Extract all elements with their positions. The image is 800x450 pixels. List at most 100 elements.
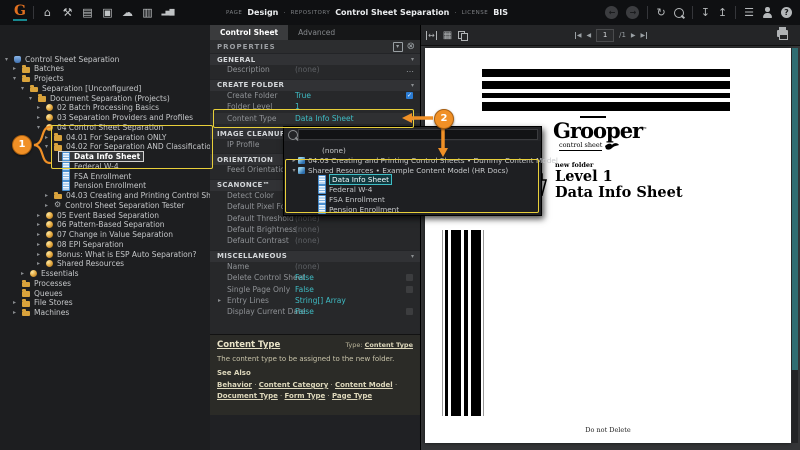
property-row-description[interactable]: Description(none)… (210, 64, 420, 75)
dropdown-search-input[interactable] (298, 129, 538, 140)
chevron-down-icon[interactable]: ▾ (35, 124, 42, 131)
dropdown-item[interactable]: ▾Shared Resources • Example Content Mode… (290, 165, 540, 175)
property-row-delete-control-sheet[interactable]: Delete Control SheetFalse (210, 272, 420, 283)
last-page-button[interactable]: ▶ (641, 32, 648, 39)
fit-width-icon[interactable]: ↔ (426, 31, 437, 40)
chevron-down-icon[interactable]: ▾ (27, 95, 34, 102)
viewer-scrollbar[interactable] (792, 48, 798, 443)
chevron-down-icon[interactable]: ▾ (290, 167, 298, 174)
property-row-default-brightness[interactable]: Default Brightness(none) (210, 224, 420, 235)
chevron-right-icon[interactable]: ▸ (43, 192, 50, 199)
batches-icon[interactable]: ▤ (81, 0, 94, 25)
chevron-right-icon[interactable]: ▸ (11, 309, 18, 316)
property-value[interactable]: False (295, 284, 314, 295)
chevron-right-icon[interactable]: ▸ (35, 251, 42, 258)
chevron-right-icon[interactable]: ▸ (35, 104, 42, 111)
help-type-link[interactable]: Content Type (365, 341, 413, 349)
help-link-content-category[interactable]: Content Category (259, 381, 329, 389)
page-number-input[interactable]: 1 (596, 29, 614, 42)
dropdown-item[interactable]: Data Info Sheet (318, 175, 568, 185)
chevron-down-icon[interactable]: ▾ (19, 85, 26, 92)
scrollbar-thumb[interactable] (792, 48, 798, 370)
chevron-down-icon[interactable]: ▾ (411, 82, 414, 89)
chevron-down-icon[interactable]: ▾ (43, 143, 50, 150)
repository-value[interactable]: Control Sheet Separation (335, 8, 449, 17)
chevron-right-icon[interactable]: ▸ (19, 270, 26, 277)
property-value[interactable]: (none) (295, 261, 320, 272)
page-value[interactable]: Design (247, 8, 278, 17)
help-link-form-type[interactable]: Form Type (285, 392, 326, 400)
thumbnails-icon[interactable]: ▦ (443, 30, 452, 41)
tree-item[interactable]: ▸Machines (0, 308, 221, 318)
property-value[interactable]: False (295, 306, 314, 317)
stats-icon[interactable]: ▂▅▇ (161, 0, 174, 25)
forward-button[interactable]: → (626, 6, 639, 19)
checkbox-unchecked[interactable] (406, 308, 413, 315)
property-row-folder-level[interactable]: Folder Level1 (210, 101, 420, 112)
tasks-icon[interactable]: ▥ (141, 0, 154, 25)
back-button[interactable]: ← (605, 6, 618, 19)
chevron-right-icon[interactable]: ▸ (11, 299, 18, 306)
chevron-right-icon[interactable]: ▸ (35, 114, 42, 121)
property-row-default-contrast[interactable]: Default Contrast(none) (210, 235, 420, 246)
imports-icon[interactable]: ▣ (101, 0, 114, 25)
dropdown-item[interactable]: FSA Enrollment (318, 195, 568, 205)
user-icon[interactable] (762, 7, 773, 18)
help-link-content-model[interactable]: Content Model (335, 381, 393, 389)
property-value[interactable]: (none) (295, 235, 320, 246)
first-page-button[interactable]: ◀ (575, 32, 582, 39)
chevron-right-icon[interactable]: ▸ (35, 231, 42, 238)
download-icon[interactable]: ↧ (701, 0, 710, 25)
checkbox-checked[interactable]: ✓ (406, 92, 413, 99)
property-value[interactable]: Data Info Sheet (295, 113, 354, 124)
next-page-button[interactable]: ▶ (631, 32, 636, 39)
checkbox-unchecked[interactable] (406, 286, 413, 293)
refresh-icon[interactable]: ↻ (656, 0, 665, 25)
chevron-down-icon[interactable]: ▾ (411, 253, 414, 260)
property-row-entry-lines[interactable]: ▸Entry LinesString[] Array (210, 295, 420, 306)
document-page[interactable]: Grooper™ control sheet new folder Level … (425, 48, 791, 443)
chevron-right-icon[interactable]: ▸ (43, 134, 50, 141)
search-icon[interactable] (674, 8, 684, 18)
property-value[interactable]: String[] Array (295, 295, 346, 306)
chevron-right-icon[interactable]: ▸ (35, 241, 42, 248)
help-link-page-type[interactable]: Page Type (332, 392, 372, 400)
property-value[interactable]: (none) (295, 224, 320, 235)
property-row-single-page-only[interactable]: Single Page OnlyFalse (210, 284, 420, 295)
dropdown-item[interactable]: Pension Enrollment (318, 204, 568, 214)
cloud-icon[interactable]: ☁ (121, 0, 134, 25)
property-row-display-current-date[interactable]: Display Current DateFalse (210, 306, 420, 317)
property-value[interactable]: True (295, 90, 311, 101)
property-value[interactable]: (none) (295, 64, 320, 75)
pages-icon[interactable] (458, 31, 466, 40)
section-header[interactable]: GENERAL▾ (210, 53, 420, 65)
chevron-right-icon[interactable]: ▸ (43, 202, 50, 209)
property-row-content-type[interactable]: Content TypeData Info Sheet≡ (210, 113, 420, 124)
grooper-logo[interactable]: G (13, 3, 27, 21)
chevron-right-icon[interactable]: ▸ (11, 65, 18, 72)
ellipsis-button[interactable]: … (406, 64, 414, 75)
dropdown-item[interactable]: ▸04.03 Creating and Printing Control She… (290, 156, 540, 166)
chevron-down-icon[interactable]: ▾ (411, 56, 414, 63)
chevron-down-icon[interactable]: ▾ (3, 56, 10, 63)
chevron-right-icon[interactable]: ▸ (35, 260, 42, 267)
section-header[interactable]: CREATE FOLDER▾ (210, 79, 420, 91)
help-link-document-type[interactable]: Document Type (217, 392, 278, 400)
chevron-right-icon[interactable]: ▸ (290, 157, 298, 164)
property-value[interactable]: 1 (295, 101, 300, 112)
help-icon[interactable]: ? (781, 7, 792, 18)
upload-icon[interactable]: ↥ (718, 0, 727, 25)
dropdown-item[interactable]: (none) (322, 146, 572, 156)
print-icon[interactable] (777, 30, 788, 37)
property-row-create-folder[interactable]: Create FolderTrue✓ (210, 90, 420, 101)
home-icon[interactable]: ⌂ (41, 0, 54, 25)
dropdown-menu-icon[interactable]: ≡ (407, 113, 414, 124)
design-tools-icon[interactable]: ⚒ (61, 0, 74, 25)
chevron-down-icon[interactable]: ▾ (11, 75, 18, 82)
chevron-right-icon[interactable]: ▸ (218, 295, 221, 306)
chevron-right-icon[interactable]: ▸ (35, 221, 42, 228)
database-icon[interactable]: ☰ (744, 0, 754, 25)
property-value[interactable]: False (295, 272, 314, 283)
help-link-behavior[interactable]: Behavior (217, 381, 252, 389)
checkbox-unchecked[interactable] (406, 274, 413, 281)
